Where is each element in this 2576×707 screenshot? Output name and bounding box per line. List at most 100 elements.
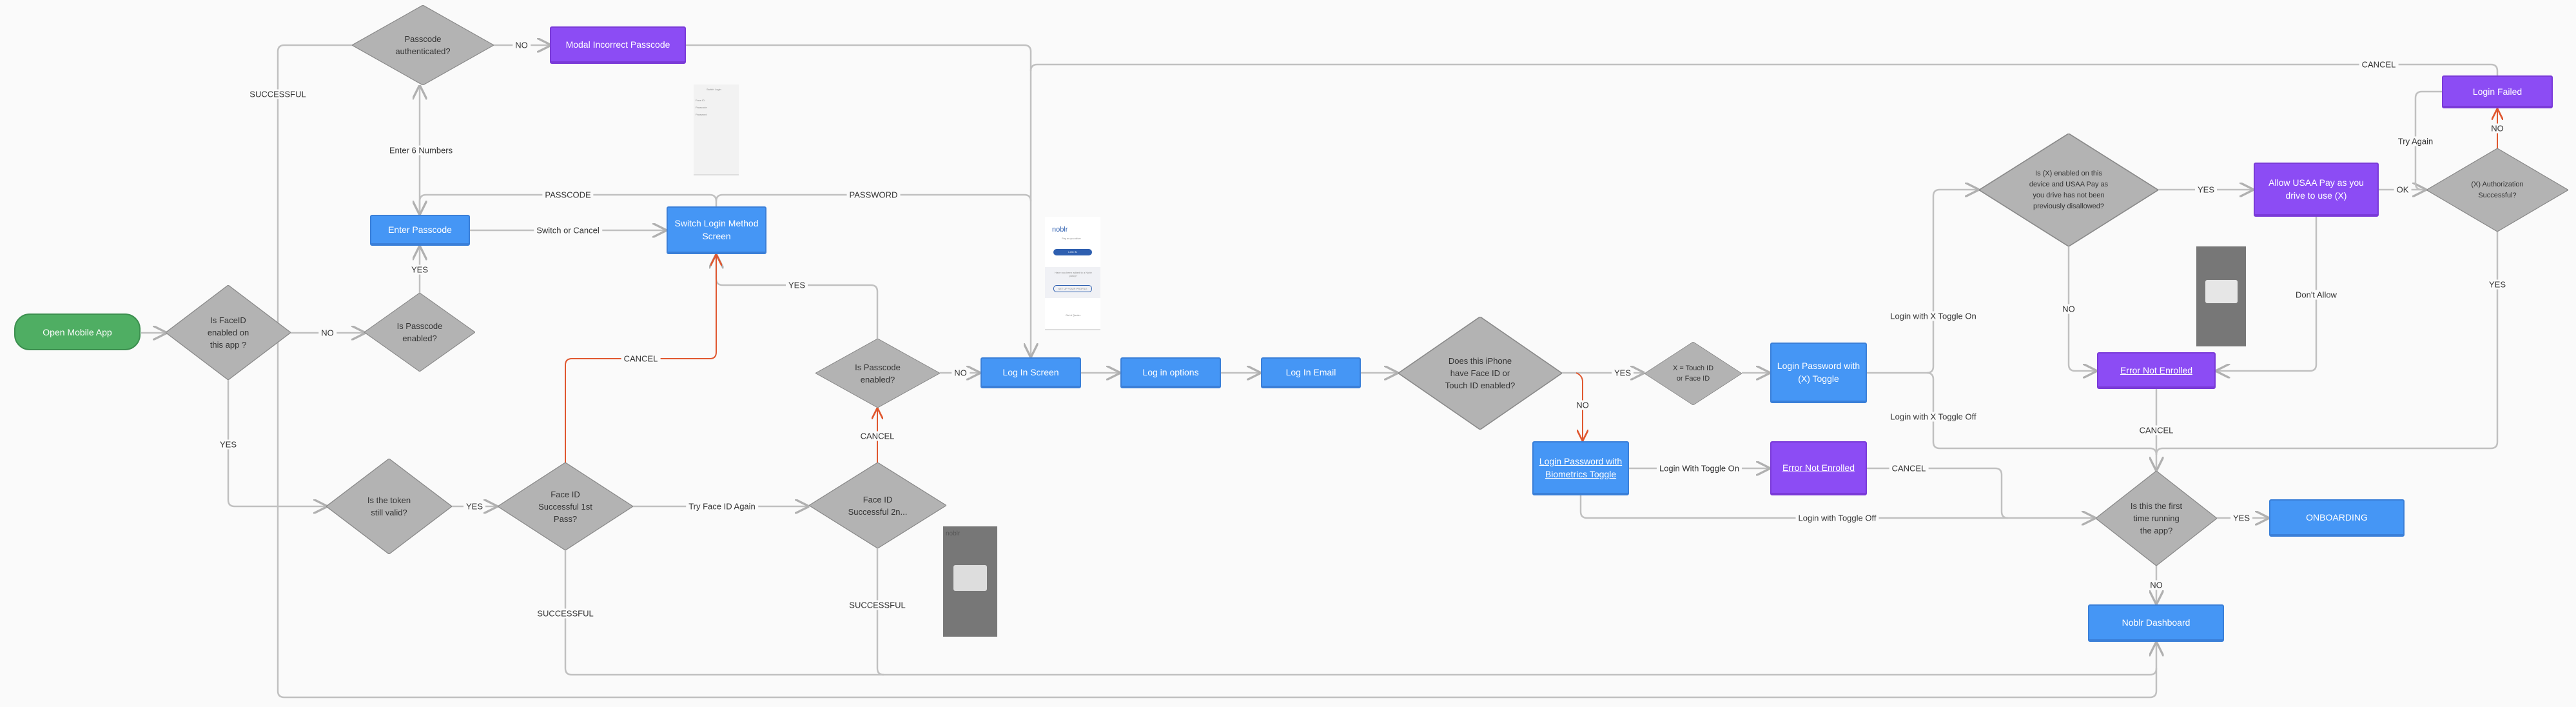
login-button[interactable]: LOG IN xyxy=(1053,249,1092,255)
decision-token-valid[interactable]: Is the token still valid? xyxy=(326,459,452,554)
node-label: Enter Passcode xyxy=(388,224,452,235)
edge-toggle-on-x xyxy=(1867,190,1978,374)
node-label: Login Failed xyxy=(2472,86,2522,97)
node-label: Does this iPhone have Face ID or Touch I… xyxy=(1445,356,1516,390)
edge-successful-2nd xyxy=(876,548,884,676)
node-label: Passcode authenticated? xyxy=(395,34,451,56)
setup-button[interactable]: SET UP YOUR PROFILE xyxy=(1053,285,1092,292)
node-label: Login Password with (X) Toggle xyxy=(1777,361,1860,384)
edge-label: CANCEL xyxy=(2136,425,2176,435)
edge-label: SUCCESSFUL xyxy=(846,600,908,610)
open-mobile-app[interactable]: Open Mobile App xyxy=(14,314,141,350)
policy-question: Have you been added to a Noblr policy? xyxy=(1055,271,1092,277)
node-label: Is FaceID enabled on this app ? xyxy=(207,315,249,350)
edge-label: NO xyxy=(318,328,337,338)
edge-label: Try Again xyxy=(2395,136,2436,146)
decision-faceid-enabled[interactable]: Is FaceID enabled on this app ? xyxy=(166,285,291,380)
node-label: Modal Incorrect Passcode xyxy=(565,39,670,50)
edge-label: SUCCESSFUL xyxy=(534,608,596,619)
node-label: Log in options xyxy=(1142,367,1199,377)
edge-label: CANCEL xyxy=(1889,463,1929,473)
edge-label: Login with Toggle Off xyxy=(1795,513,1879,523)
node-label: Allow USAA Pay as you drive to use (X) xyxy=(2269,177,2364,201)
node-label: ONBOARDING xyxy=(2306,512,2368,523)
edge-label: NO xyxy=(1574,400,1592,410)
node-label: Is (X) enabled on this device and USAA P… xyxy=(2029,169,2109,210)
edge-label: NO xyxy=(2147,580,2165,590)
decision-x-touch-or-face[interactable]: X = Touch ID or Face ID xyxy=(1644,342,1742,405)
edge-label: Try Face ID Again xyxy=(686,501,758,512)
edge-enroll1-cancel xyxy=(1867,467,2009,519)
node-label[interactable]: Login Password with Biometrics Toggle xyxy=(1539,455,1622,481)
node-label: (X) Authorization Successful? xyxy=(2471,180,2524,199)
edge-label: YES xyxy=(408,264,431,275)
login-failed[interactable]: Login Failed xyxy=(2442,75,2553,108)
node-label: Log In Screen xyxy=(1002,367,1059,377)
noblr-logo: noblr xyxy=(946,530,961,537)
edge-label: Login With Toggle On xyxy=(1656,463,1742,473)
edge-passcode2-yes xyxy=(716,255,879,339)
decision-first-time[interactable]: Is this the first time running the app? xyxy=(2096,471,2217,566)
login-options[interactable]: Log in options xyxy=(1120,357,1221,388)
decision-passcode-enabled-1[interactable]: Is Passcode enabled? xyxy=(364,293,475,372)
edge-label: PASSCODE xyxy=(542,190,594,200)
edge-label: YES xyxy=(217,439,240,450)
edge-label: Switch or Cancel xyxy=(534,225,602,235)
edge-label: SUCCESSFUL xyxy=(247,89,309,99)
edge-cancel-top xyxy=(1029,63,2499,75)
decision-x-enabled[interactable]: Is (X) enabled on this device and USAA P… xyxy=(1979,134,2158,246)
tagline: Pay as you drive xyxy=(1062,237,1081,240)
edge-label: CANCEL xyxy=(857,431,897,441)
decision-faceid-1st-pass[interactable]: Face ID Successful 1st Pass? xyxy=(498,463,633,550)
login-password-x-toggle[interactable]: Login Password with (X) Toggle xyxy=(1770,343,1867,403)
edge-label: NO xyxy=(951,368,970,378)
edge-successful-1st xyxy=(564,550,2158,676)
node-label: Open Mobile App xyxy=(43,326,112,337)
noblr-dashboard[interactable]: Noblr Dashboard xyxy=(2088,604,2224,642)
edge-label: YES xyxy=(2194,184,2218,195)
node-label: Is Passcode enabled? xyxy=(396,321,443,343)
faceid-screenshot: noblr xyxy=(943,526,997,637)
edge-label: Login with X Toggle On xyxy=(1888,311,1979,321)
modal-incorrect-passcode[interactable]: Modal Incorrect Passcode xyxy=(550,26,686,64)
edge-label: OK xyxy=(2394,184,2412,195)
node-label[interactable]: Error Not Enrolled xyxy=(1782,461,1855,474)
node-label: Noblr Dashboard xyxy=(2122,617,2191,628)
screenshot-item: Password xyxy=(696,113,707,116)
edge-label: CANCEL xyxy=(2359,59,2399,70)
edge-label: Enter 6 Numbers xyxy=(386,145,456,155)
node-label[interactable]: Error Not Enrolled xyxy=(2120,364,2192,377)
edge-label: Login with X Toggle Off xyxy=(1888,412,1979,422)
decision-iphone-biometrics[interactable]: Does this iPhone have Face ID or Touch I… xyxy=(1398,317,1562,430)
switch-login-screenshot: Switch Login Face ID Passcode Password xyxy=(694,85,739,175)
edge-label: PASSWORD xyxy=(846,190,901,200)
error-not-enrolled-2[interactable]: Error Not Enrolled xyxy=(2097,352,2216,389)
quote-link[interactable]: Get A Quote › xyxy=(1066,314,1081,317)
onboarding[interactable]: ONBOARDING xyxy=(2269,499,2405,537)
decision-passcode-authenticated[interactable]: Passcode authenticated? xyxy=(352,5,494,85)
edge-label: YES xyxy=(785,280,808,290)
enter-passcode[interactable]: Enter Passcode xyxy=(370,215,470,246)
decision-x-authorization[interactable]: (X) Authorization Successful? xyxy=(2426,148,2568,232)
screenshot-item: Face ID xyxy=(696,99,705,102)
error-not-enrolled-1[interactable]: Error Not Enrolled xyxy=(1770,441,1867,495)
decision-faceid-2nd-pass[interactable]: Face ID Successful 2n... xyxy=(809,463,946,548)
switch-login-method-screen[interactable]: Switch Login Method Screen xyxy=(667,206,766,254)
node-label: Face ID Successful 1st Pass? xyxy=(538,489,592,524)
noblr-logo: noblr xyxy=(1052,226,1068,234)
node-label: Switch Login Method Screen xyxy=(674,218,759,241)
login-email[interactable]: Log In Email xyxy=(1261,357,1361,388)
edge-label: YES xyxy=(1611,368,1634,378)
login-screenshot: noblr Pay as you drive LOG IN Have you b… xyxy=(1045,217,1100,330)
edge-label: YES xyxy=(2230,513,2253,523)
login-screen[interactable]: Log In Screen xyxy=(981,357,1081,388)
login-password-biometrics-toggle[interactable]: Login Password with Biometrics Toggle xyxy=(1532,441,1629,495)
edge-label: YES xyxy=(2486,279,2509,290)
screenshot-item: Passcode xyxy=(696,106,707,109)
node-label: Is this the first time running the app? xyxy=(2130,501,2183,535)
edge-label: NO xyxy=(2488,123,2506,134)
decision-passcode-enabled-2[interactable]: Is Passcode enabled? xyxy=(815,339,940,408)
error-screenshot xyxy=(2196,246,2246,346)
node-label: X = Touch ID or Face ID xyxy=(1672,364,1714,383)
allow-usaa-pay[interactable]: Allow USAA Pay as you drive to use (X) xyxy=(2254,163,2379,217)
